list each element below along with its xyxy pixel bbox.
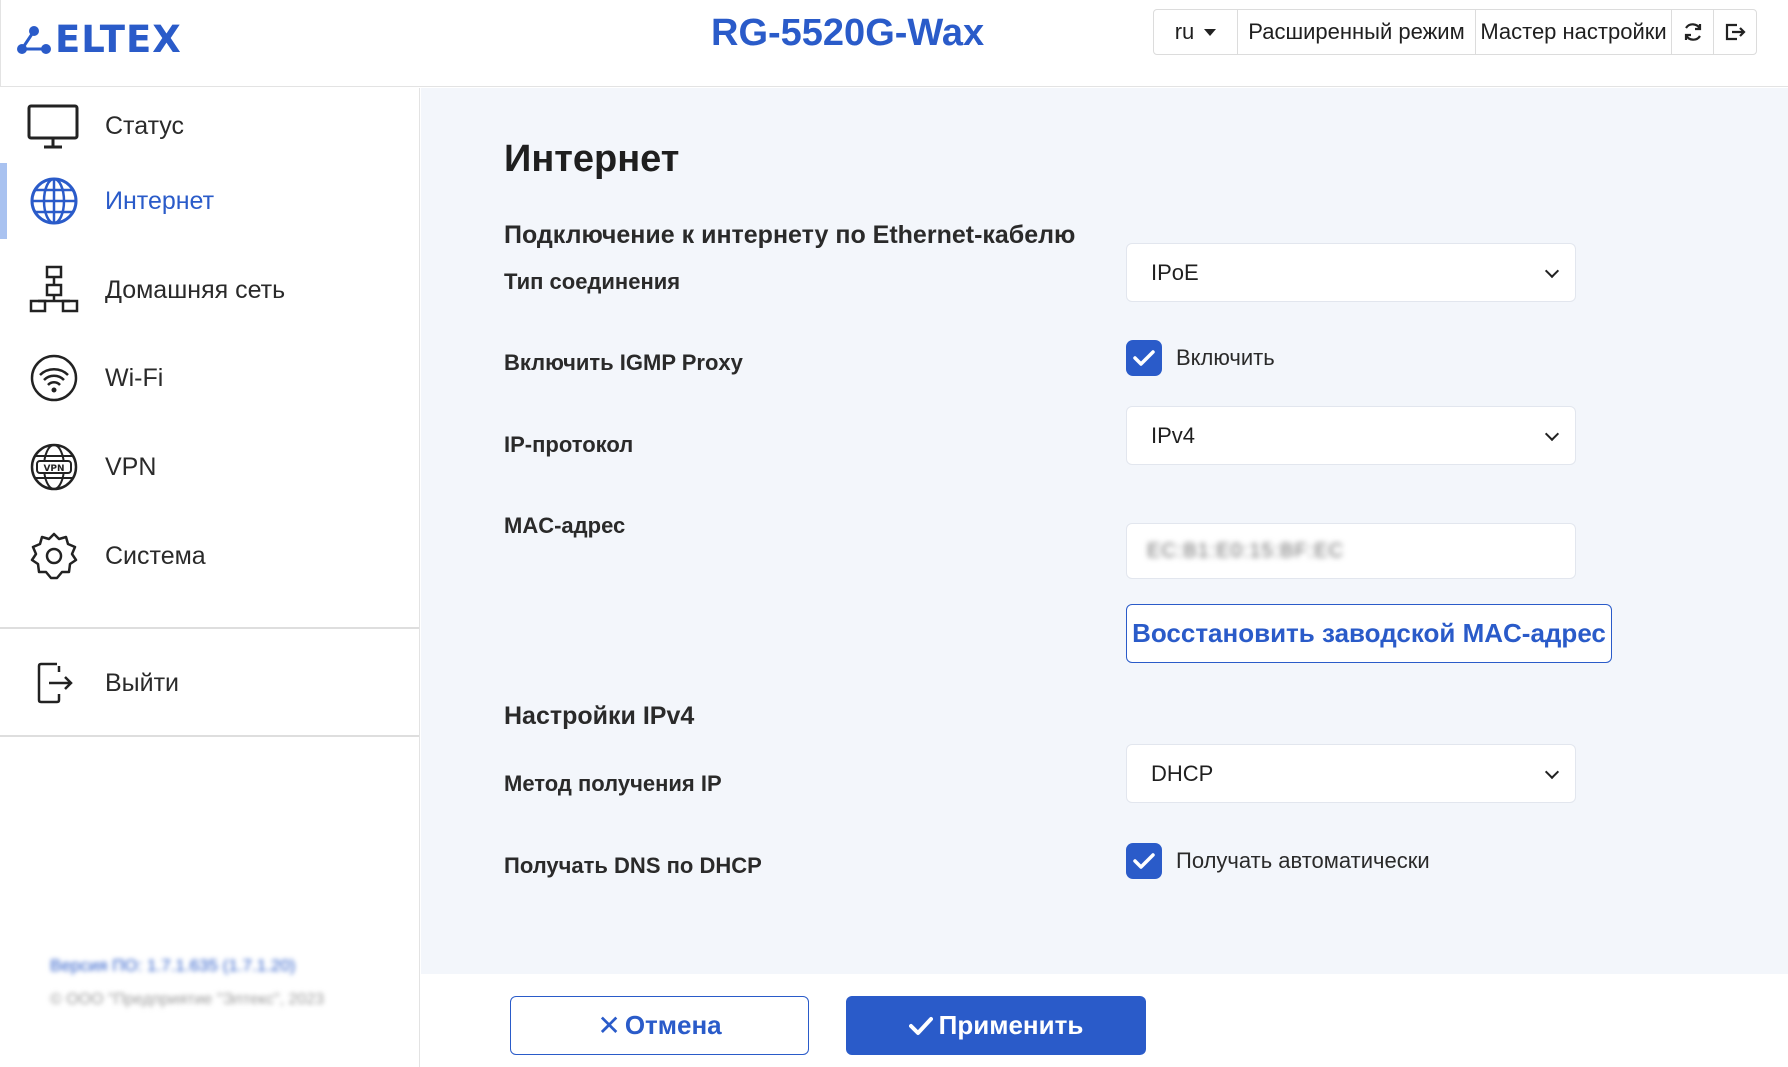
device-model-title: RG-5520G-Wax bbox=[711, 12, 985, 54]
apply-label: Применить bbox=[938, 1010, 1084, 1040]
logo-text: ELTEX bbox=[55, 18, 182, 61]
exit-icon bbox=[26, 655, 82, 711]
cancel-button[interactable]: ✕ Отмена bbox=[510, 996, 809, 1055]
ip-protocol-value: IPv4 bbox=[1151, 422, 1196, 448]
network-icon bbox=[26, 262, 82, 318]
monitor-icon bbox=[26, 98, 82, 154]
chevron-down-icon bbox=[1544, 764, 1560, 780]
language-value: ru bbox=[1174, 19, 1195, 44]
sidebar-item-status[interactable]: Статус bbox=[0, 88, 419, 164]
action-footer: ✕ Отмена Применить bbox=[421, 974, 1788, 1067]
sidebar-item-home-network[interactable]: Домашняя сеть bbox=[0, 252, 419, 328]
restore-mac-button[interactable]: Восстановить заводской MAC-адрес bbox=[1126, 604, 1612, 663]
sidebar-item-label: Статус bbox=[105, 111, 185, 140]
sidebar-item-vpn[interactable]: VPN VPN bbox=[0, 429, 419, 505]
cancel-label: Отмена bbox=[624, 1010, 722, 1040]
connection-type-select[interactable]: IPoE bbox=[1126, 243, 1576, 302]
caret-down-icon bbox=[1204, 28, 1217, 36]
vpn-globe-icon: VPN bbox=[26, 439, 82, 495]
svg-text:VPN: VPN bbox=[43, 464, 64, 474]
mac-address-value: EC:B1:E0:15:BF:EC bbox=[1147, 539, 1345, 562]
mac-address-label: MAC-адрес bbox=[504, 513, 626, 538]
copyright-text: © ООО "Предприятие "Элтекс", 2023 bbox=[50, 991, 325, 1008]
eltex-logo[interactable]: ELTEX bbox=[17, 18, 182, 61]
ip-method-value: DHCP bbox=[1151, 760, 1214, 786]
logout-button[interactable] bbox=[1714, 10, 1756, 54]
ip-method-select[interactable]: DHCP bbox=[1126, 744, 1576, 803]
sidebar-item-label: Система bbox=[105, 541, 206, 570]
language-selector[interactable]: ru bbox=[1154, 10, 1238, 54]
sidebar-item-label: Интернет bbox=[105, 186, 215, 215]
sidebar-item-system[interactable]: Система bbox=[0, 518, 419, 594]
close-icon: ✕ bbox=[597, 1010, 621, 1041]
main-content: Интернет Подключение к интернету по Ethe… bbox=[421, 88, 1788, 974]
sidebar-item-label: Выйти bbox=[105, 668, 180, 697]
page-title: Интернет bbox=[504, 138, 680, 180]
chevron-down-icon bbox=[1544, 426, 1560, 442]
sidebar-item-label: Wi-Fi bbox=[105, 363, 164, 392]
igmp-proxy-checkbox[interactable] bbox=[1126, 340, 1162, 376]
checkmark-icon bbox=[1133, 853, 1155, 869]
checkmark-icon bbox=[1133, 350, 1155, 366]
globe-icon bbox=[26, 173, 82, 229]
logout-icon bbox=[1725, 23, 1746, 41]
chevron-down-icon bbox=[1544, 263, 1560, 279]
refresh-button[interactable] bbox=[1672, 10, 1714, 54]
ip-protocol-label: IP-протокол bbox=[504, 432, 634, 457]
sidebar-divider bbox=[0, 735, 419, 737]
ip-method-label: Метод получения IP bbox=[504, 771, 722, 796]
checkmark-icon bbox=[908, 1016, 933, 1035]
igmp-proxy-checkbox-group[interactable]: Включить bbox=[1126, 340, 1275, 376]
setup-wizard-button[interactable]: Мастер настройки bbox=[1476, 10, 1672, 54]
top-header: ELTEX RG-5520G-Wax ru Расширенный режим … bbox=[0, 0, 1788, 87]
igmp-proxy-label: Включить IGMP Proxy bbox=[504, 350, 743, 375]
sidebar-item-label: VPN bbox=[105, 452, 157, 481]
dns-dhcp-label: Получать DNS по DHCP bbox=[504, 853, 762, 878]
connection-type-label: Тип соединения bbox=[504, 269, 681, 294]
sidebar-item-wifi[interactable]: Wi-Fi bbox=[0, 340, 419, 416]
refresh-icon bbox=[1684, 23, 1701, 41]
sidebar-item-logout[interactable]: Выйти bbox=[0, 645, 419, 721]
section-title-ethernet: Подключение к интернету по Ethernet-кабе… bbox=[504, 221, 1076, 249]
connection-type-value: IPoE bbox=[1151, 259, 1199, 285]
section-title-ipv4: Настройки IPv4 bbox=[504, 702, 695, 730]
sidebar-item-label: Домашняя сеть bbox=[105, 275, 286, 304]
firmware-version: Версия ПО: 1.7.1.635 (1.7.1.20) bbox=[50, 956, 296, 975]
advanced-mode-button[interactable]: Расширенный режим bbox=[1238, 10, 1476, 54]
header-toolbar: ru Расширенный режим Мастер настройки bbox=[1153, 9, 1757, 55]
mac-address-input[interactable]: EC:B1:E0:15:BF:EC bbox=[1126, 523, 1576, 579]
apply-button[interactable]: Применить bbox=[846, 996, 1146, 1055]
sidebar-divider bbox=[0, 627, 419, 629]
sidebar: Статус Интернет Домашняя сеть Wi-Fi VPN … bbox=[0, 88, 420, 1067]
sidebar-item-internet[interactable]: Интернет bbox=[0, 163, 419, 239]
gear-icon bbox=[26, 528, 82, 584]
dns-dhcp-checkbox[interactable] bbox=[1126, 843, 1162, 879]
dns-dhcp-checkbox-label: Получать автоматически bbox=[1176, 848, 1430, 873]
logo-mark-icon bbox=[17, 25, 51, 54]
dns-dhcp-checkbox-group[interactable]: Получать автоматически bbox=[1126, 843, 1430, 879]
igmp-proxy-checkbox-label: Включить bbox=[1176, 345, 1275, 370]
ip-protocol-select[interactable]: IPv4 bbox=[1126, 406, 1576, 465]
wifi-icon bbox=[26, 350, 82, 406]
